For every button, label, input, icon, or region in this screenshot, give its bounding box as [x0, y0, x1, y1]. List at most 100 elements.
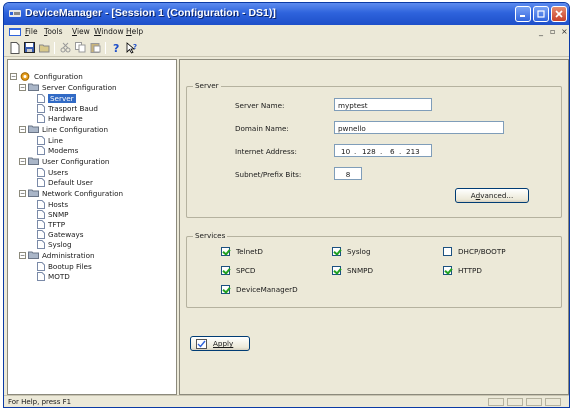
collapse-toggle[interactable]: − [10, 72, 17, 80]
devicemanagerd-checkbox[interactable]: DeviceManagerD [221, 285, 298, 294]
server-name-field[interactable]: myptest [334, 98, 432, 111]
close-icon [555, 10, 563, 18]
context-help-button[interactable]: ? [125, 41, 138, 54]
collapse-toggle[interactable]: − [19, 125, 26, 133]
snmpd-checkbox[interactable]: SNMPD [332, 266, 373, 275]
cut-icon [60, 42, 71, 53]
apply-button[interactable]: Apply [190, 336, 250, 351]
app-icon [9, 10, 21, 17]
status-text: For Help, press F1 [8, 398, 72, 406]
tree-item-users[interactable]: Users [37, 167, 68, 177]
server-group-label: Server [193, 81, 221, 90]
open-button[interactable] [38, 41, 51, 54]
mdi-minimize-button[interactable]: _ [539, 27, 543, 36]
subnet-bits-field[interactable]: 8 [334, 167, 362, 180]
tree-item-motd[interactable]: MOTD [37, 271, 70, 281]
collapse-toggle[interactable]: − [19, 189, 26, 197]
tree-item-snmp[interactable]: SNMP [37, 209, 68, 219]
status-pane [545, 398, 561, 406]
tree-item-line[interactable]: Line [37, 135, 63, 145]
tree-item-trasport-baud[interactable]: Trasport Baud [37, 103, 98, 113]
tree-group-administration[interactable]: − Administration [19, 250, 95, 260]
internet-address-field[interactable]: 10 . 128 . 6 . 213 [334, 144, 432, 157]
menu-tools[interactable]: Tools [44, 27, 62, 36]
tree-group-server-configuration[interactable]: − Server Configuration [19, 82, 117, 92]
checkbox-checked[interactable] [221, 285, 230, 294]
mdi-restore-button[interactable]: ▫ [550, 27, 555, 36]
checkbox-checked[interactable] [332, 266, 341, 275]
tree-group-line-configuration[interactable]: − Line Configuration [19, 124, 108, 134]
collapse-toggle[interactable]: − [19, 251, 26, 259]
checkbox-checked[interactable] [221, 266, 230, 275]
folder-icon [28, 83, 39, 91]
domain-name-field[interactable]: pwnello [334, 121, 504, 134]
new-button[interactable] [8, 41, 21, 54]
new-icon [10, 41, 19, 54]
tree-root[interactable]: − Configuration [10, 71, 83, 81]
page-icon [37, 271, 45, 281]
paste-button[interactable] [89, 41, 102, 54]
page-icon [37, 113, 45, 123]
server-settings-pane: Server Server Name: myptest Domain Name:… [179, 59, 569, 395]
page-icon [37, 229, 45, 239]
server-group: Server Server Name: myptest Domain Name:… [186, 81, 562, 218]
copy-button[interactable] [74, 41, 87, 54]
menu-window[interactable]: Window [94, 27, 124, 36]
cut-button[interactable] [59, 41, 72, 54]
tree-item-tftp[interactable]: TFTP [37, 219, 65, 229]
ip-octet-4[interactable]: 213 [406, 147, 420, 156]
checkbox-unchecked[interactable] [443, 247, 452, 256]
page-icon [37, 219, 45, 229]
menu-view[interactable]: View [72, 27, 90, 36]
tree-item-hardware[interactable]: Hardware [37, 113, 83, 123]
tree-group-network-configuration[interactable]: − Network Configuration [19, 188, 123, 198]
tree-item-bootup-files[interactable]: Bootup Files [37, 261, 92, 271]
dhcp-bootp-checkbox[interactable]: DHCP/BOOTP [443, 247, 506, 256]
tree-item-default-user[interactable]: Default User [37, 177, 93, 187]
services-group: Services TelnetD Syslog DHCP/BOOTP SPCD … [186, 231, 562, 308]
ip-octet-2[interactable]: 128 [362, 147, 376, 156]
checkbox-checked[interactable] [332, 247, 341, 256]
tree-item-syslog[interactable]: Syslog [37, 239, 72, 249]
save-button[interactable] [23, 41, 36, 54]
tree-item-server[interactable]: Server [37, 93, 76, 103]
help-button[interactable]: ? [110, 41, 123, 54]
tree-group-user-configuration[interactable]: − User Configuration [19, 156, 109, 166]
collapse-toggle[interactable]: − [19, 157, 26, 165]
mdi-close-button[interactable]: × [561, 27, 568, 36]
menu-help[interactable]: Help [126, 27, 143, 36]
context-help-icon: ? [126, 41, 137, 54]
advanced-button[interactable]: Ad vanced... [455, 188, 529, 203]
httpd-checkbox[interactable]: HTTPD [443, 266, 482, 275]
status-pane [507, 398, 523, 406]
collapse-toggle[interactable]: − [19, 83, 26, 91]
status-pane [488, 398, 504, 406]
close-button[interactable] [551, 6, 567, 22]
configuration-tree[interactable]: − Configuration − Server Configuration S… [7, 59, 177, 395]
ip-octet-3[interactable]: 6 [390, 147, 395, 156]
tree-item-modems[interactable]: Modems [37, 145, 78, 155]
domain-name-label: Domain Name: [235, 124, 289, 133]
page-icon [37, 209, 45, 219]
svg-text:?: ? [113, 42, 119, 54]
copy-icon [75, 42, 86, 53]
syslog-checkbox[interactable]: Syslog [332, 247, 371, 256]
maximize-button[interactable] [533, 6, 549, 22]
menu-file[interactable]: File [25, 27, 38, 36]
ip-dot: . [399, 147, 402, 156]
tree-item-hosts[interactable]: Hosts [37, 199, 68, 209]
document-window-icon[interactable] [9, 28, 21, 36]
open-icon [38, 44, 49, 52]
tree-item-gateways[interactable]: Gateways [37, 229, 84, 239]
page-icon [37, 103, 45, 113]
status-bar: For Help, press F1 [4, 395, 569, 407]
apply-icon [196, 338, 207, 349]
telnetd-checkbox[interactable]: TelnetD [221, 247, 263, 256]
title-bar[interactable]: DeviceManager - [Session 1 (Configuratio… [4, 3, 569, 25]
minimize-button[interactable] [515, 6, 531, 22]
spcd-checkbox[interactable]: SPCD [221, 266, 255, 275]
minimize-icon [520, 15, 525, 17]
checkbox-checked[interactable] [443, 266, 452, 275]
checkbox-checked[interactable] [221, 247, 230, 256]
ip-octet-1[interactable]: 10 [341, 147, 350, 156]
